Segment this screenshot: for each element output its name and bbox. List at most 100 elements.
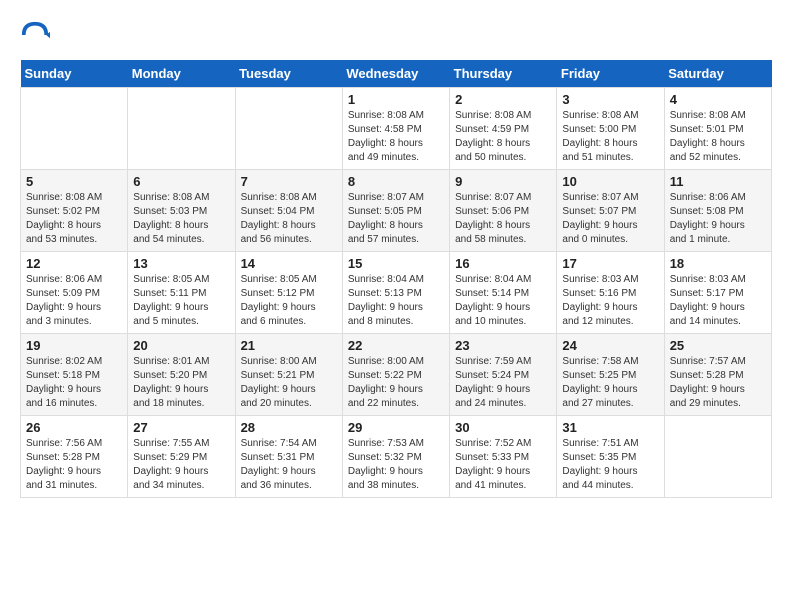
day-number: 14 xyxy=(241,256,337,271)
day-header-sunday: Sunday xyxy=(21,60,128,88)
day-info: Sunrise: 8:06 AM Sunset: 5:09 PM Dayligh… xyxy=(26,273,122,329)
day-info: Sunrise: 7:55 AM Sunset: 5:29 PM Dayligh… xyxy=(133,437,229,493)
calendar-cell: 29 Sunrise: 7:53 AM Sunset: 5:32 PM Dayli… xyxy=(342,416,449,498)
day-number: 20 xyxy=(133,338,229,353)
calendar-cell: 12 Sunrise: 8:06 AM Sunset: 5:09 PM Dayli… xyxy=(21,252,128,334)
day-number: 8 xyxy=(348,174,444,189)
calendar-cell: 25 Sunrise: 7:57 AM Sunset: 5:28 PM Dayli… xyxy=(664,334,771,416)
day-header-wednesday: Wednesday xyxy=(342,60,449,88)
day-info: Sunrise: 8:08 AM Sunset: 5:01 PM Dayligh… xyxy=(670,109,766,165)
calendar-cell xyxy=(664,416,771,498)
day-info: Sunrise: 8:08 AM Sunset: 5:00 PM Dayligh… xyxy=(562,109,658,165)
calendar-cell: 3 Sunrise: 8:08 AM Sunset: 5:00 PM Daylig… xyxy=(557,88,664,170)
day-info: Sunrise: 8:07 AM Sunset: 5:07 PM Dayligh… xyxy=(562,191,658,247)
calendar-cell: 21 Sunrise: 8:00 AM Sunset: 5:21 PM Dayli… xyxy=(235,334,342,416)
day-info: Sunrise: 8:08 AM Sunset: 4:58 PM Dayligh… xyxy=(348,109,444,165)
calendar-cell: 6Sunrise: 8:08 AM Sunset: 5:03 PM Daylig… xyxy=(128,170,235,252)
calendar-cell: 2 Sunrise: 8:08 AM Sunset: 4:59 PM Daylig… xyxy=(450,88,557,170)
calendar-cell: 22Sunrise: 8:00 AM Sunset: 5:22 PM Dayli… xyxy=(342,334,449,416)
day-number: 3 xyxy=(562,92,658,107)
day-info: Sunrise: 8:04 AM Sunset: 5:13 PM Dayligh… xyxy=(348,273,444,329)
day-info: Sunrise: 7:51 AM Sunset: 5:35 PM Dayligh… xyxy=(562,437,658,493)
week-row-4: 19 Sunrise: 8:02 AM Sunset: 5:18 PM Dayli… xyxy=(21,334,772,416)
day-number: 23 xyxy=(455,338,551,353)
day-info: Sunrise: 8:06 AM Sunset: 5:08 PM Dayligh… xyxy=(670,191,766,247)
day-header-saturday: Saturday xyxy=(664,60,771,88)
day-number: 22 xyxy=(348,338,444,353)
day-info: Sunrise: 8:07 AM Sunset: 5:05 PM Dayligh… xyxy=(348,191,444,247)
day-info: Sunrise: 8:01 AM Sunset: 5:20 PM Dayligh… xyxy=(133,355,229,411)
day-number: 28 xyxy=(241,420,337,435)
day-number: 21 xyxy=(241,338,337,353)
calendar-cell: 31 Sunrise: 7:51 AM Sunset: 5:35 PM Dayli… xyxy=(557,416,664,498)
day-header-monday: Monday xyxy=(128,60,235,88)
day-number: 2 xyxy=(455,92,551,107)
week-row-5: 26Sunrise: 7:56 AM Sunset: 5:28 PM Dayli… xyxy=(21,416,772,498)
day-number: 16 xyxy=(455,256,551,271)
day-number: 15 xyxy=(348,256,444,271)
calendar-cell: 18 Sunrise: 8:03 AM Sunset: 5:17 PM Dayli… xyxy=(664,252,771,334)
logo xyxy=(20,20,54,50)
day-number: 18 xyxy=(670,256,766,271)
calendar-cell: 9 Sunrise: 8:07 AM Sunset: 5:06 PM Daylig… xyxy=(450,170,557,252)
calendar-cell xyxy=(21,88,128,170)
day-info: Sunrise: 7:53 AM Sunset: 5:32 PM Dayligh… xyxy=(348,437,444,493)
day-number: 9 xyxy=(455,174,551,189)
day-number: 19 xyxy=(26,338,122,353)
day-number: 1 xyxy=(348,92,444,107)
week-row-1: 1 Sunrise: 8:08 AM Sunset: 4:58 PM Daylig… xyxy=(21,88,772,170)
day-number: 11 xyxy=(670,174,766,189)
day-number: 4 xyxy=(670,92,766,107)
calendar-cell: 5 Sunrise: 8:08 AM Sunset: 5:02 PM Daylig… xyxy=(21,170,128,252)
calendar-cell: 20 Sunrise: 8:01 AM Sunset: 5:20 PM Dayli… xyxy=(128,334,235,416)
calendar-cell: 28 Sunrise: 7:54 AM Sunset: 5:31 PM Dayli… xyxy=(235,416,342,498)
day-info: Sunrise: 8:03 AM Sunset: 5:17 PM Dayligh… xyxy=(670,273,766,329)
day-info: Sunrise: 8:05 AM Sunset: 5:11 PM Dayligh… xyxy=(133,273,229,329)
day-number: 29 xyxy=(348,420,444,435)
day-info: Sunrise: 7:58 AM Sunset: 5:25 PM Dayligh… xyxy=(562,355,658,411)
calendar-cell: 16 Sunrise: 8:04 AM Sunset: 5:14 PM Dayli… xyxy=(450,252,557,334)
calendar-table: SundayMondayTuesdayWednesdayThursdayFrid… xyxy=(20,60,772,498)
day-number: 5 xyxy=(26,174,122,189)
day-header-tuesday: Tuesday xyxy=(235,60,342,88)
day-number: 24 xyxy=(562,338,658,353)
day-info: Sunrise: 7:59 AM Sunset: 5:24 PM Dayligh… xyxy=(455,355,551,411)
calendar-cell: 27 Sunrise: 7:55 AM Sunset: 5:29 PM Dayli… xyxy=(128,416,235,498)
calendar-cell: 24 Sunrise: 7:58 AM Sunset: 5:25 PM Dayli… xyxy=(557,334,664,416)
calendar-cell: 30Sunrise: 7:52 AM Sunset: 5:33 PM Dayli… xyxy=(450,416,557,498)
day-number: 17 xyxy=(562,256,658,271)
calendar-cell: 7Sunrise: 8:08 AM Sunset: 5:04 PM Daylig… xyxy=(235,170,342,252)
day-number: 30 xyxy=(455,420,551,435)
day-info: Sunrise: 7:56 AM Sunset: 5:28 PM Dayligh… xyxy=(26,437,122,493)
day-info: Sunrise: 7:57 AM Sunset: 5:28 PM Dayligh… xyxy=(670,355,766,411)
day-info: Sunrise: 8:04 AM Sunset: 5:14 PM Dayligh… xyxy=(455,273,551,329)
calendar-cell xyxy=(128,88,235,170)
day-number: 12 xyxy=(26,256,122,271)
day-info: Sunrise: 8:05 AM Sunset: 5:12 PM Dayligh… xyxy=(241,273,337,329)
day-info: Sunrise: 8:08 AM Sunset: 5:02 PM Dayligh… xyxy=(26,191,122,247)
calendar-cell: 11 Sunrise: 8:06 AM Sunset: 5:08 PM Dayli… xyxy=(664,170,771,252)
calendar-cell xyxy=(235,88,342,170)
calendar-cell: 26Sunrise: 7:56 AM Sunset: 5:28 PM Dayli… xyxy=(21,416,128,498)
calendar-cell: 8 Sunrise: 8:07 AM Sunset: 5:05 PM Daylig… xyxy=(342,170,449,252)
calendar-cell: 17 Sunrise: 8:03 AM Sunset: 5:16 PM Dayli… xyxy=(557,252,664,334)
day-header-friday: Friday xyxy=(557,60,664,88)
calendar-cell: 14 Sunrise: 8:05 AM Sunset: 5:12 PM Dayli… xyxy=(235,252,342,334)
day-header-thursday: Thursday xyxy=(450,60,557,88)
day-info: Sunrise: 8:07 AM Sunset: 5:06 PM Dayligh… xyxy=(455,191,551,247)
calendar-cell: 4 Sunrise: 8:08 AM Sunset: 5:01 PM Daylig… xyxy=(664,88,771,170)
day-number: 31 xyxy=(562,420,658,435)
day-number: 13 xyxy=(133,256,229,271)
day-number: 10 xyxy=(562,174,658,189)
day-info: Sunrise: 8:03 AM Sunset: 5:16 PM Dayligh… xyxy=(562,273,658,329)
day-number: 25 xyxy=(670,338,766,353)
calendar-cell: 19 Sunrise: 8:02 AM Sunset: 5:18 PM Dayli… xyxy=(21,334,128,416)
day-info: Sunrise: 7:54 AM Sunset: 5:31 PM Dayligh… xyxy=(241,437,337,493)
calendar-cell: 23 Sunrise: 7:59 AM Sunset: 5:24 PM Dayli… xyxy=(450,334,557,416)
day-info: Sunrise: 8:00 AM Sunset: 5:21 PM Dayligh… xyxy=(241,355,337,411)
day-info: Sunrise: 8:08 AM Sunset: 4:59 PM Dayligh… xyxy=(455,109,551,165)
day-number: 27 xyxy=(133,420,229,435)
day-info: Sunrise: 8:08 AM Sunset: 5:03 PM Dayligh… xyxy=(133,191,229,247)
day-info: Sunrise: 8:02 AM Sunset: 5:18 PM Dayligh… xyxy=(26,355,122,411)
day-info: Sunrise: 8:08 AM Sunset: 5:04 PM Dayligh… xyxy=(241,191,337,247)
